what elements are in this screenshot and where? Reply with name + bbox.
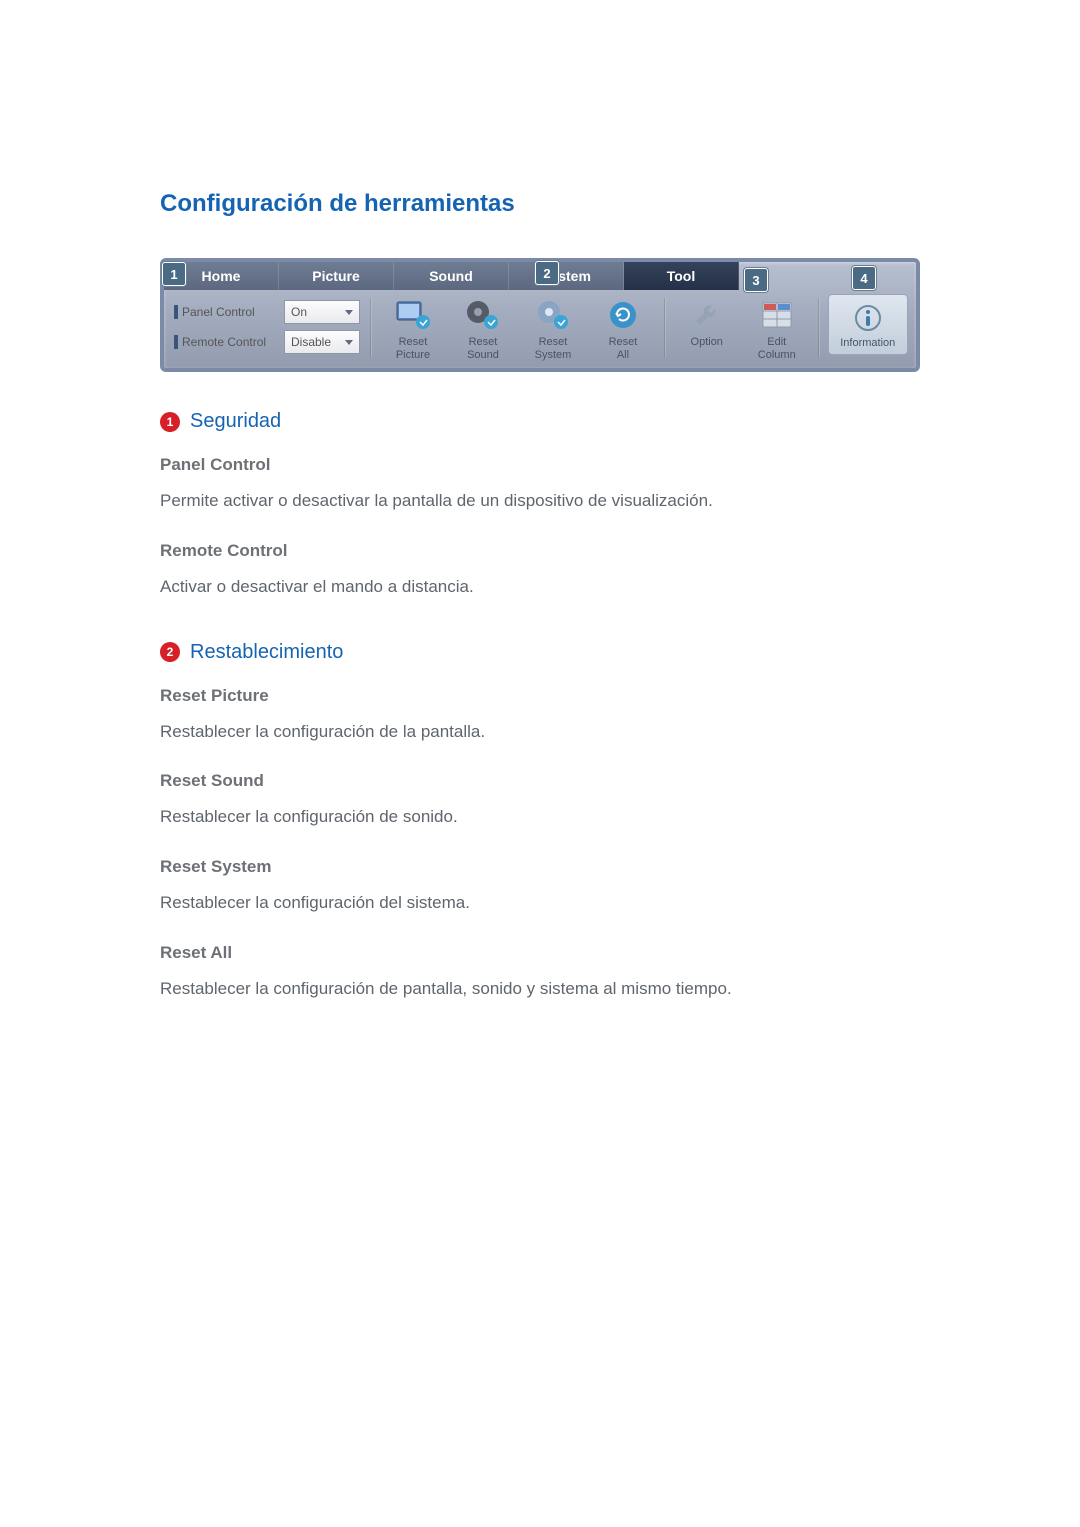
text-panel-control: Permite activar o desactivar la pantalla… bbox=[160, 489, 920, 513]
panel-control-label-text: Panel Control bbox=[182, 305, 255, 319]
sub-reset-picture: Reset Picture bbox=[160, 686, 920, 706]
callout-marker-3: 3 bbox=[744, 268, 768, 292]
section-header-restablecimiento: 2 Restablecimiento bbox=[160, 641, 920, 664]
edit-column-button[interactable]: Edit Column bbox=[742, 294, 812, 362]
chevron-down-icon bbox=[345, 310, 353, 315]
sub-reset-sound: Reset Sound bbox=[160, 771, 920, 791]
callout-marker-2: 2 bbox=[535, 261, 559, 285]
sub-reset-all: Reset All bbox=[160, 943, 920, 963]
reset-sound-button[interactable]: Reset Sound bbox=[448, 294, 518, 362]
reset-picture-l1: Reset bbox=[399, 336, 428, 349]
tab-picture[interactable]: Picture bbox=[279, 262, 394, 290]
info-icon bbox=[849, 301, 887, 335]
reset-all-l1: Reset bbox=[609, 336, 638, 349]
text-reset-all: Restablecer la configuración de pantalla… bbox=[160, 977, 920, 1001]
text-reset-sound: Restablecer la configuración de sonido. bbox=[160, 805, 920, 829]
edit-column-l1: Edit bbox=[767, 336, 786, 349]
toolbar-wrapper: 1 2 3 4 Home Picture Sound System Tool P… bbox=[160, 258, 920, 372]
section-title-restablecimiento: Restablecimiento bbox=[190, 641, 343, 664]
panel-control-label: Panel Control bbox=[174, 305, 284, 319]
section-number-1: 1 bbox=[160, 412, 180, 432]
reset-all-button[interactable]: Reset All bbox=[588, 294, 658, 362]
remote-control-label-text: Remote Control bbox=[182, 335, 266, 349]
indicator-bar-icon bbox=[174, 305, 178, 319]
util-group: Option Edit Column bbox=[672, 294, 812, 362]
reset-system-l1: Reset bbox=[539, 336, 568, 349]
tab-tool[interactable]: Tool bbox=[624, 262, 739, 290]
callout-marker-1: 1 bbox=[162, 262, 186, 286]
section-number-2: 2 bbox=[160, 642, 180, 662]
sub-remote-control: Remote Control bbox=[160, 541, 920, 561]
refresh-icon bbox=[604, 298, 642, 332]
text-reset-picture: Restablecer la configuración de la panta… bbox=[160, 720, 920, 744]
reset-picture-l2: Picture bbox=[396, 349, 430, 362]
gear-reset-icon bbox=[534, 298, 572, 332]
text-remote-control: Activar o desactivar el mando a distanci… bbox=[160, 575, 920, 599]
page-title: Configuración de herramientas bbox=[160, 190, 920, 218]
tab-sound[interactable]: Sound bbox=[394, 262, 509, 290]
group-divider bbox=[818, 298, 820, 358]
wrench-icon bbox=[688, 298, 726, 332]
sub-panel-control: Panel Control bbox=[160, 455, 920, 475]
monitor-reset-icon bbox=[394, 298, 432, 332]
section-header-seguridad: 1 Seguridad bbox=[160, 410, 920, 433]
panel-control-select[interactable]: On bbox=[284, 300, 360, 324]
remote-control-label: Remote Control bbox=[174, 335, 284, 349]
section-title-seguridad: Seguridad bbox=[190, 410, 281, 433]
remote-control-value: Disable bbox=[291, 335, 331, 349]
indicator-bar-icon bbox=[174, 335, 178, 349]
text-reset-system: Restablecer la configuración del sistema… bbox=[160, 891, 920, 915]
reset-system-button[interactable]: Reset System bbox=[518, 294, 588, 362]
callout-marker-4: 4 bbox=[852, 266, 876, 290]
option-l1: Option bbox=[691, 336, 723, 349]
panel-control-value: On bbox=[291, 305, 307, 319]
remote-control-select[interactable]: Disable bbox=[284, 330, 360, 354]
reset-picture-button[interactable]: Reset Picture bbox=[378, 294, 448, 362]
group-divider bbox=[664, 298, 666, 358]
edit-column-l2: Column bbox=[758, 349, 796, 362]
reset-sound-l1: Reset bbox=[469, 336, 498, 349]
columns-icon bbox=[758, 298, 796, 332]
chevron-down-icon bbox=[345, 340, 353, 345]
group-divider bbox=[370, 298, 372, 358]
reset-system-l2: System bbox=[535, 349, 572, 362]
information-button[interactable]: Information bbox=[828, 294, 908, 355]
security-group: Panel Control On Remote Control bbox=[170, 294, 364, 360]
sub-reset-system: Reset System bbox=[160, 857, 920, 877]
option-button[interactable]: Option bbox=[672, 294, 742, 362]
speaker-reset-icon bbox=[464, 298, 502, 332]
reset-group: Reset Picture Reset Sound bbox=[378, 294, 658, 362]
information-label: Information bbox=[840, 337, 895, 350]
tab-system[interactable]: System bbox=[509, 262, 624, 290]
reset-all-l2: All bbox=[617, 349, 629, 362]
reset-sound-l2: Sound bbox=[467, 349, 499, 362]
